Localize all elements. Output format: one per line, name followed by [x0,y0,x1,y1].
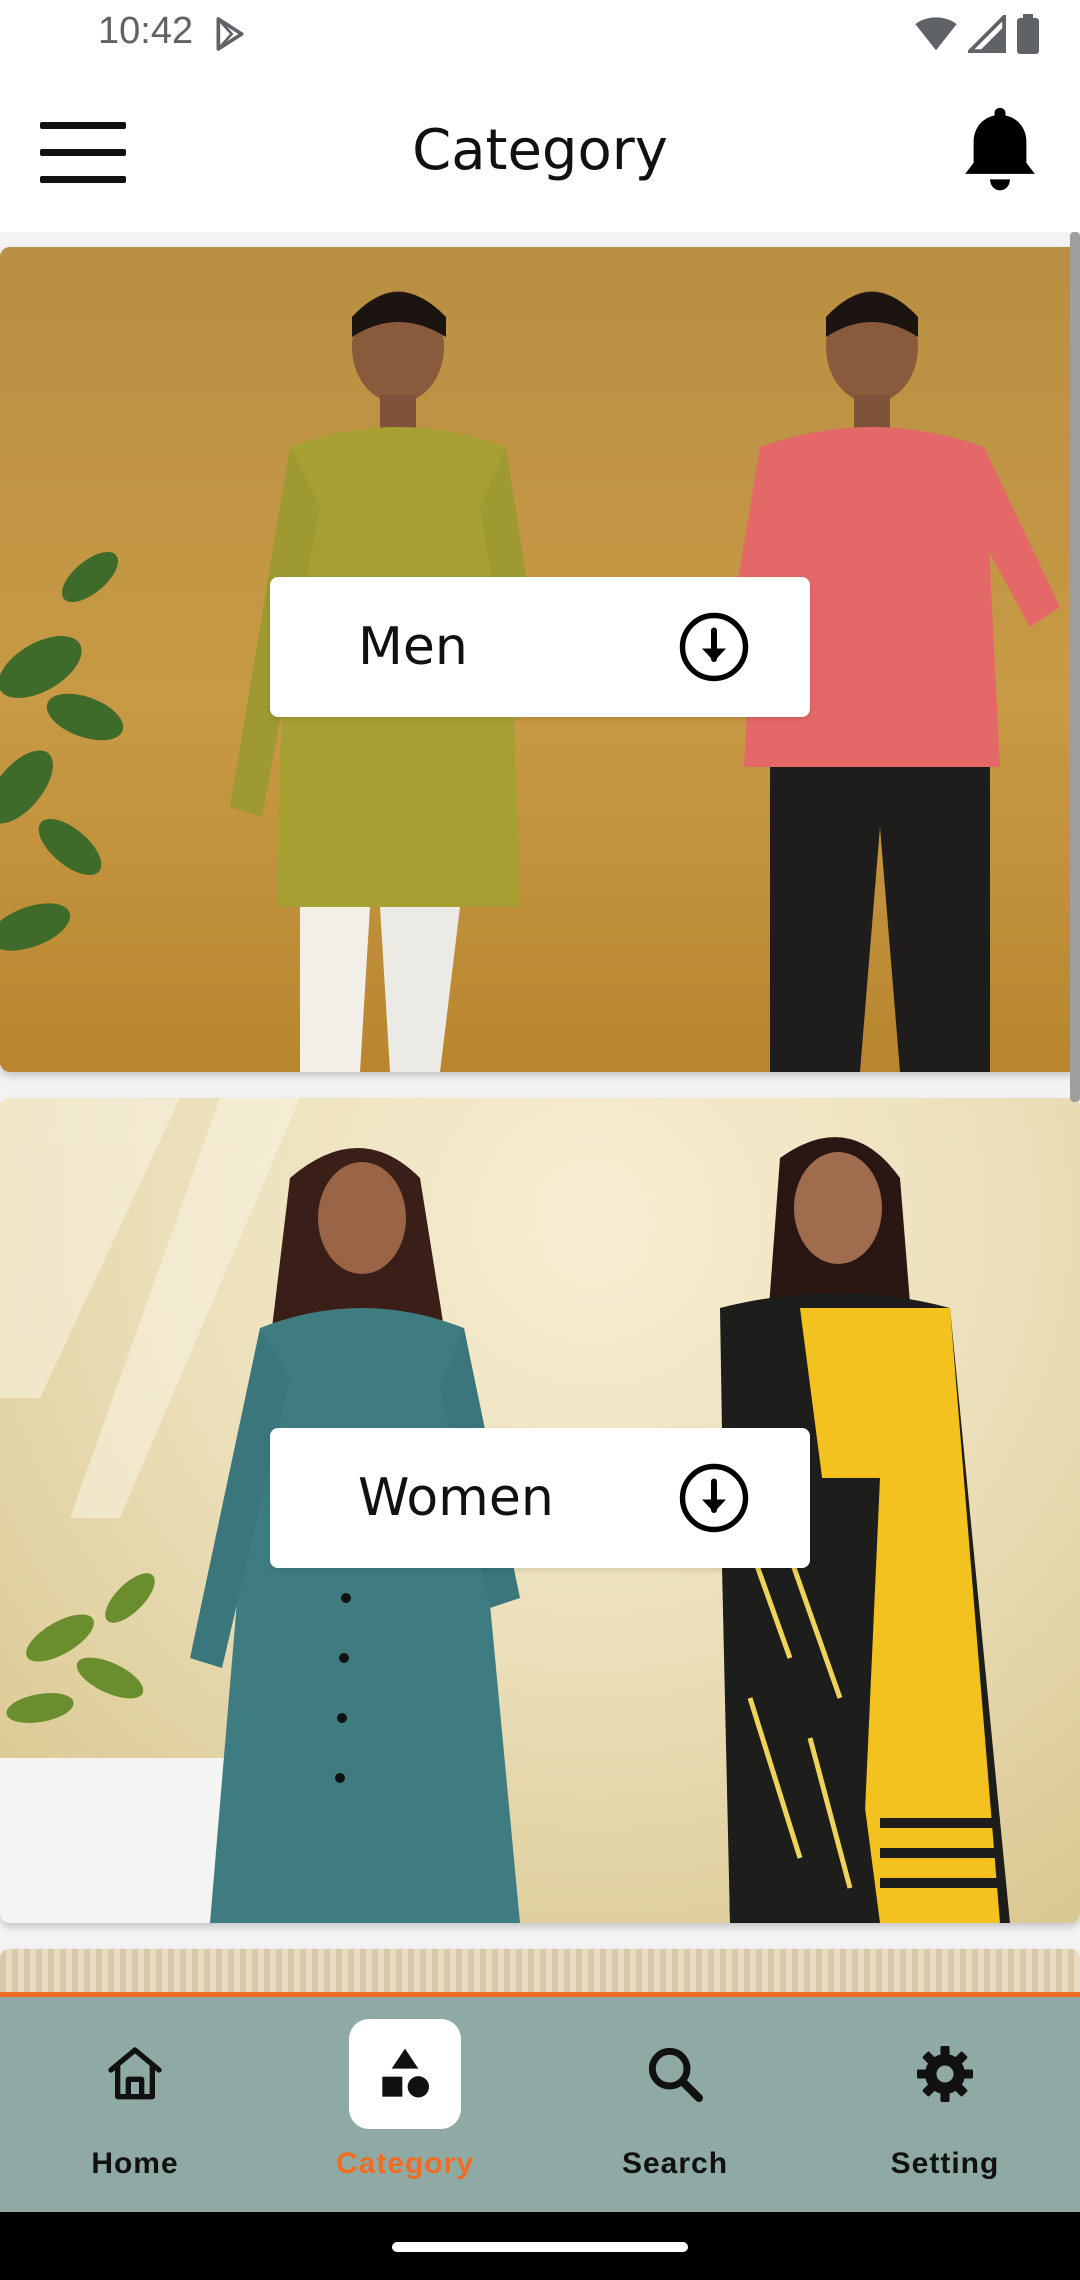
battery-icon [1017,14,1039,54]
category-label-text: Men [358,617,468,677]
play-store-icon [216,17,244,51]
nav-label-home: Home [91,2147,179,2180]
nav-item-setting[interactable]: Setting [810,1997,1080,2212]
category-label-women[interactable]: Women [270,1428,810,1568]
status-bar: 10:42 [0,0,1080,66]
nav-item-home[interactable]: Home [0,1997,270,2212]
nav-icon-container [79,2019,191,2129]
bottom-navigation: Home Category Search Setting [0,1992,1080,2212]
notification-bell-icon[interactable] [956,102,1044,198]
category-card-women[interactable]: Women [0,1098,1080,1923]
expand-down-circle-icon[interactable] [678,611,750,683]
category-icon [382,2048,429,2098]
category-label-men[interactable]: Men [270,577,810,717]
nav-icon-container [619,2019,731,2129]
expand-down-circle-icon[interactable] [678,1462,750,1534]
nav-icon-container [349,2019,461,2129]
status-time: 10:42 [98,10,194,52]
category-label-text: Women [358,1468,554,1528]
category-card-men[interactable]: Men [0,247,1080,1072]
page-title: Category [412,118,668,183]
app-bar: Category [0,66,1080,232]
nav-item-search[interactable]: Search [540,1997,810,2212]
category-card-partial[interactable] [0,1949,1080,1994]
nav-icon-container [889,2019,1001,2129]
category-list[interactable]: Men Women [0,232,1080,1994]
signal-icon [968,15,1006,53]
home-icon [108,2047,162,2100]
nav-label-search: Search [621,2147,729,2180]
nav-item-category[interactable]: Category [270,1997,540,2212]
wifi-icon [915,17,957,51]
system-navigation-bar [0,2212,1080,2280]
gear-icon [917,2046,973,2102]
status-icons [914,14,1040,54]
nav-label-category: Category [335,2147,475,2180]
nav-label-setting: Setting [890,2147,1000,2180]
scrollbar[interactable] [1070,232,1080,1102]
search-icon [648,2047,703,2102]
home-gesture-handle[interactable] [392,2242,688,2252]
